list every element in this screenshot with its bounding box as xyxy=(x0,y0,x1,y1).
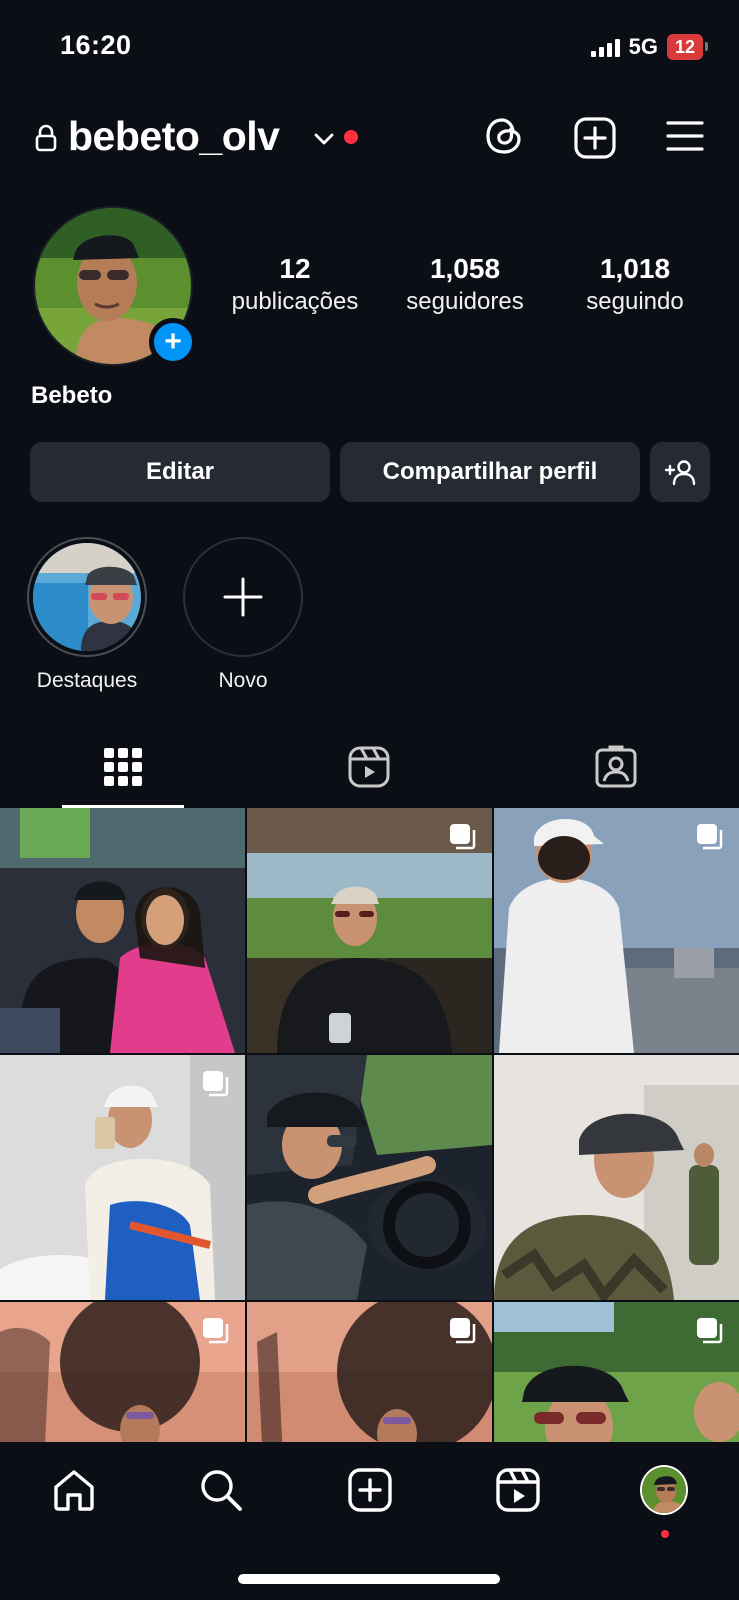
add-story-button[interactable]: + xyxy=(149,318,197,366)
home-icon xyxy=(54,1470,94,1511)
stat-followers[interactable]: 1,058 seguidores xyxy=(380,252,550,318)
carousel-icon xyxy=(450,1318,476,1344)
discover-people-button[interactable] xyxy=(650,442,710,502)
profile-stats: 12 publicações 1,058 seguidores 1,018 se… xyxy=(210,252,720,318)
status-indicators: 5G 12 xyxy=(590,34,709,60)
carousel-icon xyxy=(203,1318,229,1344)
notification-dot xyxy=(661,1530,669,1538)
profile-actions: Editar Compartilhar perfil xyxy=(30,442,710,502)
tab-reels[interactable] xyxy=(246,726,492,808)
username-switcher[interactable]: bebeto_olv xyxy=(68,113,280,160)
story-highlights: Destaques Novo xyxy=(27,537,303,693)
nav-create[interactable] xyxy=(346,1466,394,1514)
tagged-icon xyxy=(595,745,637,788)
signal-icon xyxy=(590,37,620,57)
carousel-icon xyxy=(203,1071,229,1097)
menu-icon[interactable] xyxy=(665,118,705,154)
stat-value: 12 xyxy=(279,253,311,284)
share-profile-button[interactable]: Compartilhar perfil xyxy=(340,442,640,502)
stat-value: 1,058 xyxy=(429,253,501,284)
profile-header: bebeto_olv xyxy=(0,108,739,168)
post-image xyxy=(0,808,245,1053)
stat-posts[interactable]: 12 publicações xyxy=(210,252,380,318)
carousel-icon xyxy=(697,1318,723,1344)
plus-icon xyxy=(223,577,263,617)
lock-icon xyxy=(35,124,57,152)
stat-label: seguindo xyxy=(586,288,684,315)
posts-grid xyxy=(0,808,739,1547)
carousel-icon xyxy=(697,824,723,850)
stat-following[interactable]: 1,018 seguindo xyxy=(550,252,720,318)
highlight-item[interactable]: Destaques xyxy=(27,537,147,693)
post-thumbnail[interactable] xyxy=(0,1055,245,1300)
profile-avatar[interactable]: + xyxy=(33,206,197,366)
profile-avatar xyxy=(640,1465,688,1515)
carousel-icon xyxy=(450,824,476,850)
status-time: 16:20 xyxy=(60,30,132,60)
reels-icon xyxy=(496,1468,540,1512)
new-highlight[interactable]: Novo xyxy=(183,537,303,693)
add-person-icon xyxy=(664,460,696,486)
post-thumbnail[interactable] xyxy=(247,1055,492,1300)
post-image xyxy=(494,1055,739,1300)
stat-label: seguidores xyxy=(406,288,524,315)
post-thumbnail[interactable] xyxy=(494,808,739,1053)
stat-value: 1,018 xyxy=(599,253,671,284)
stat-label: publicações xyxy=(231,288,359,315)
nav-search[interactable] xyxy=(197,1466,245,1514)
battery-icon: 12 xyxy=(666,34,709,60)
profile-tabs xyxy=(0,726,739,808)
post-thumbnail[interactable] xyxy=(247,808,492,1053)
nav-home[interactable] xyxy=(50,1466,98,1514)
post-thumbnail[interactable] xyxy=(0,808,245,1053)
display-name: Bebeto xyxy=(31,382,113,409)
post-thumbnail[interactable] xyxy=(494,1055,739,1300)
home-indicator[interactable] xyxy=(238,1574,500,1584)
nav-profile[interactable] xyxy=(640,1465,688,1515)
network-type: 5G xyxy=(628,34,658,59)
highlight-label: Novo xyxy=(218,669,268,692)
post-image xyxy=(247,1055,492,1300)
edit-profile-button[interactable]: Editar xyxy=(30,442,330,502)
create-icon xyxy=(348,1468,392,1512)
highlight-cover xyxy=(33,543,141,651)
chevron-down-icon[interactable] xyxy=(313,130,335,148)
grid-icon xyxy=(104,748,143,786)
nav-reels[interactable] xyxy=(494,1466,542,1514)
search-icon xyxy=(201,1470,242,1511)
status-bar: 16:20 5G 12 xyxy=(0,0,739,92)
add-post-icon[interactable] xyxy=(573,116,617,160)
notification-dot xyxy=(344,130,358,144)
highlight-label: Destaques xyxy=(36,669,138,692)
reels-icon xyxy=(348,746,390,788)
tab-posts[interactable] xyxy=(0,726,246,808)
tab-tagged[interactable] xyxy=(493,726,739,808)
threads-icon[interactable] xyxy=(482,113,526,159)
